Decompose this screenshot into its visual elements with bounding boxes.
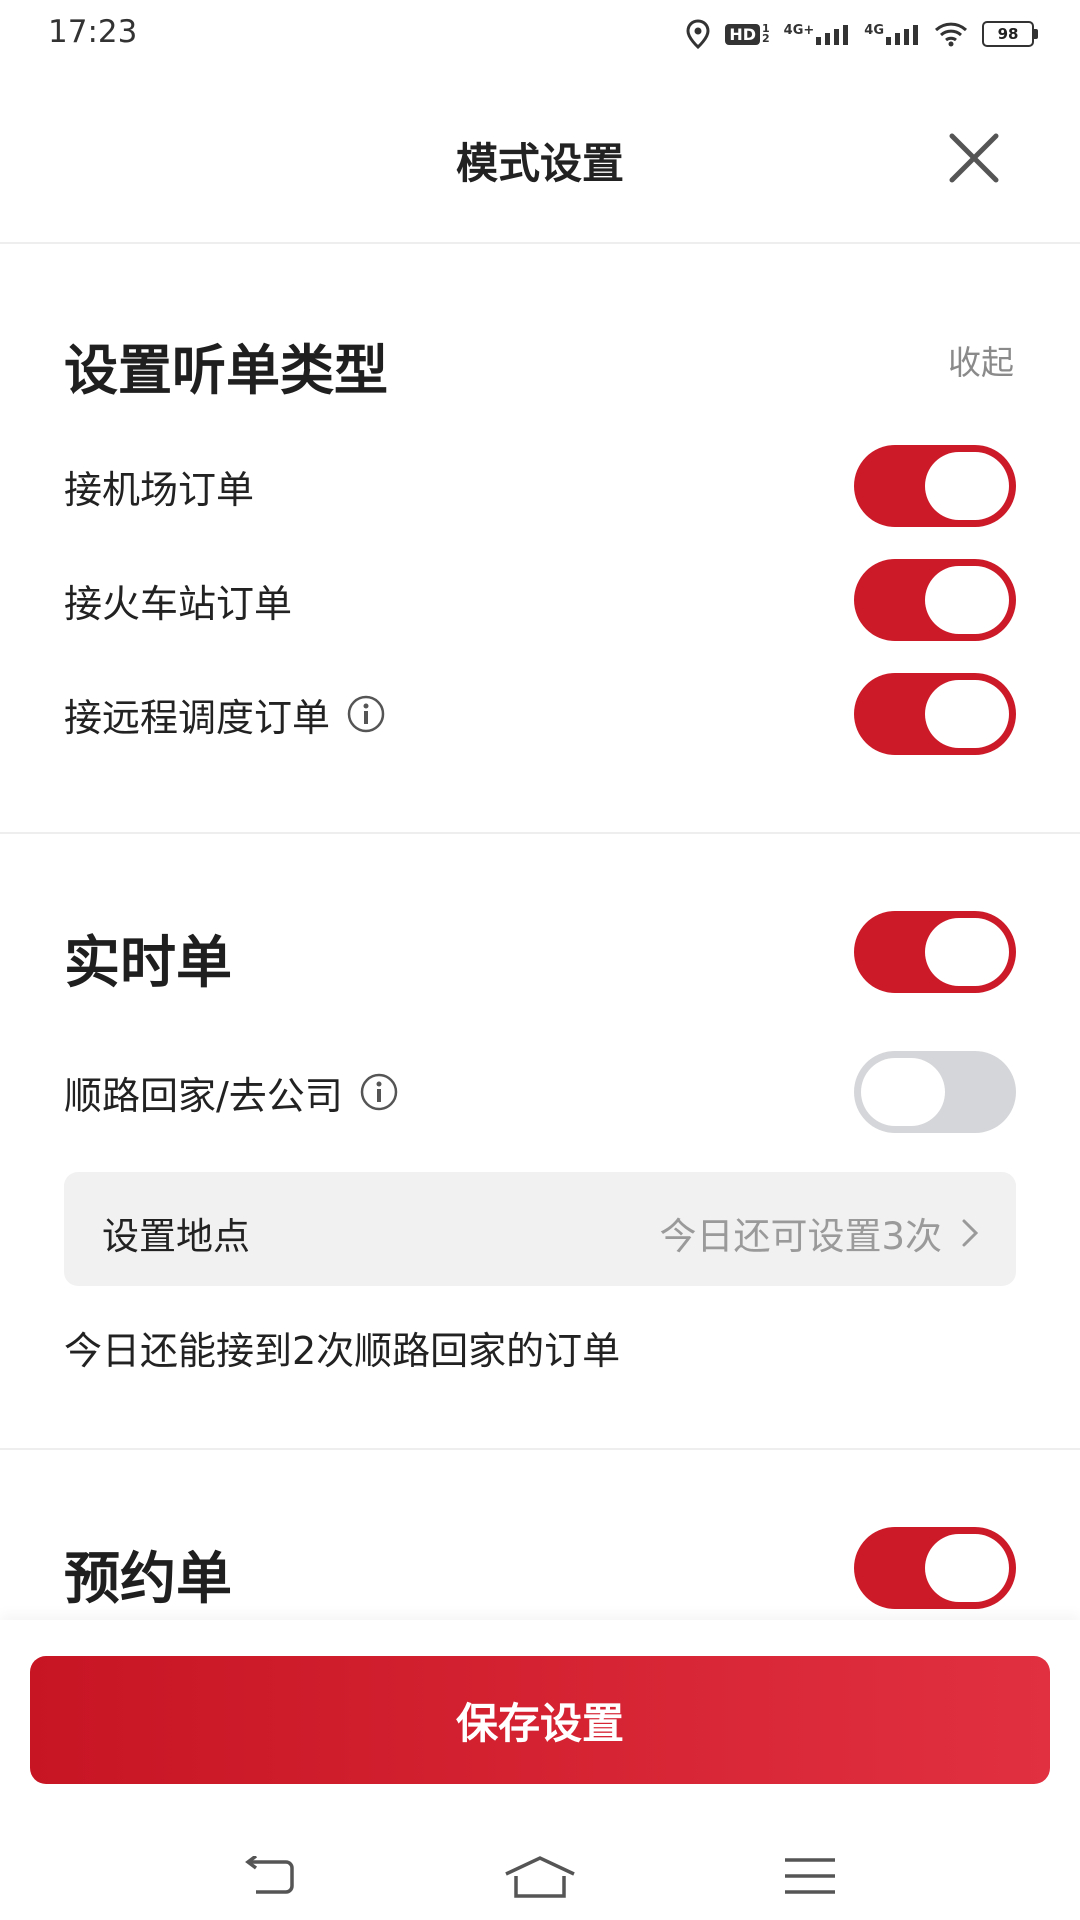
toggle-knob	[925, 566, 1009, 634]
row-label-airport: 接机场订单	[64, 467, 255, 512]
header: 模式设置	[0, 90, 1080, 240]
toggle-knob	[925, 918, 1009, 986]
toggle-realtime[interactable]	[854, 911, 1016, 993]
toggle-route-home[interactable]	[854, 1051, 1016, 1133]
set-location-label: 设置地点	[102, 1215, 250, 1258]
section-title-order-types: 设置听单类型	[64, 339, 388, 402]
net1-label: 4G+	[783, 23, 815, 38]
route-home-note: 今日还能接到2次顺路回家的订单	[64, 1329, 621, 1373]
toggle-reservation[interactable]	[854, 1527, 1016, 1609]
toggle-knob	[861, 1058, 945, 1126]
nav-home-button[interactable]	[495, 1850, 585, 1902]
divider	[0, 242, 1080, 244]
toggle-knob	[925, 452, 1009, 520]
signal-icon: 4G+	[784, 23, 851, 45]
info-icon[interactable]	[359, 1072, 399, 1112]
toggle-knob	[925, 680, 1009, 748]
battery-icon: 98	[982, 21, 1038, 47]
toggle-knob	[925, 1534, 1009, 1602]
set-location-card[interactable]: 设置地点 今日还可设置3次	[64, 1172, 1016, 1286]
bottom-bar: 保存设置	[0, 1620, 1080, 1920]
menu-icon	[785, 1858, 835, 1894]
location-icon	[685, 19, 711, 49]
status-bar: 17:23 HD 1 2 4G+ 4G 98	[0, 0, 1080, 66]
set-location-remaining: 今日还可设置3次	[659, 1206, 980, 1260]
row-label-route-home: 顺路回家/去公司	[64, 1073, 343, 1118]
hd-sub: 1 2	[762, 22, 770, 45]
home-icon	[505, 1856, 575, 1898]
divider	[0, 832, 1080, 834]
section-title-reservation: 预约单	[64, 1547, 232, 1612]
remaining-text: 今日还可设置3次	[659, 1215, 942, 1258]
toggle-train-station[interactable]	[854, 559, 1016, 641]
row-route-home: 顺路回家/去公司	[64, 1068, 399, 1118]
nav-menu-button[interactable]	[765, 1850, 855, 1902]
net2-label: 4G	[864, 23, 884, 38]
row-label-train-station: 接火车站订单	[64, 581, 293, 626]
wifi-icon	[934, 21, 968, 47]
signal-icon: 4G	[864, 23, 920, 45]
close-icon	[949, 133, 999, 183]
row-label-remote-dispatch: 接远程调度订单	[64, 695, 331, 740]
hd-label: HD	[725, 23, 761, 45]
collapse-link[interactable]: 收起	[948, 336, 1014, 384]
toggle-remote-dispatch[interactable]	[854, 673, 1016, 755]
close-button[interactable]	[944, 128, 1004, 188]
toggle-airport[interactable]	[854, 445, 1016, 527]
section-title-realtime: 实时单	[64, 931, 232, 996]
page-title: 模式设置	[455, 139, 624, 188]
chevron-right-icon	[962, 1219, 979, 1247]
hd-icon: HD 1 2	[725, 22, 770, 45]
back-icon	[245, 1856, 294, 1894]
save-button[interactable]: 保存设置	[30, 1656, 1050, 1784]
status-time: 17:23	[48, 14, 138, 50]
info-icon[interactable]	[346, 694, 386, 734]
divider	[0, 1448, 1080, 1450]
status-icons: HD 1 2 4G+ 4G 98	[685, 18, 1038, 50]
row-remote-dispatch: 接远程调度订单	[64, 690, 386, 740]
nav-back-button[interactable]	[225, 1850, 315, 1902]
system-navbar	[0, 1830, 1080, 1920]
